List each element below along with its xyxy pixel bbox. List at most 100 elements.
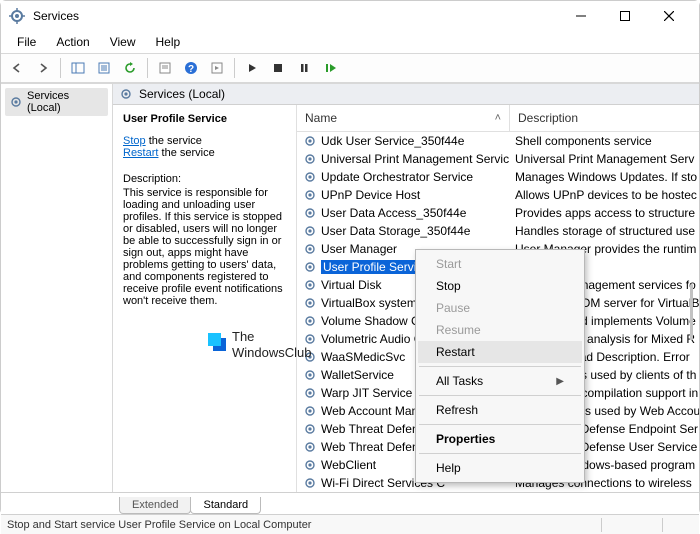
ctx-stop[interactable]: Stop [418,275,582,297]
restart-service-button[interactable] [318,57,342,79]
column-header-description[interactable]: Description [509,105,699,131]
service-description-pane: User Profile Service Stop the service Re… [113,105,297,492]
ctx-separator [419,395,581,396]
service-name: Udk User Service_350f44e [321,134,464,148]
ctx-help[interactable]: Help [418,457,582,479]
show-hide-action-button[interactable] [205,57,229,79]
restart-link[interactable]: Restart [123,147,158,159]
view-tabs: Extended Standard [1,492,699,514]
gear-icon [303,278,317,292]
menu-file[interactable]: File [7,33,46,51]
service-name: Universal Print Management Service [321,152,509,166]
tree-item-services-local[interactable]: Services (Local) [5,88,108,116]
service-desc: Manages Windows Updates. If sto [509,170,699,184]
gear-icon [9,95,23,109]
ctx-refresh[interactable]: Refresh [418,399,582,421]
gear-icon [303,170,317,184]
gear-icon [303,224,317,238]
service-desc: Shell components service [509,134,699,148]
ctx-separator [419,453,581,454]
app-icon [9,8,25,24]
action-line-stop: Stop the service [123,135,286,147]
gear-icon [303,440,317,454]
sort-indicator-icon: ˄ [495,112,501,124]
gear-icon [303,350,317,364]
gear-icon [303,368,317,382]
service-row[interactable]: User Data Storage_350f44eHandles storage… [297,222,699,240]
close-button[interactable] [647,1,691,31]
service-row[interactable]: Update Orchestrator ServiceManages Windo… [297,168,699,186]
gear-icon [303,188,317,202]
show-hide-tree-button[interactable] [66,57,90,79]
status-text: Stop and Start service User Profile Serv… [7,519,571,531]
minimize-button[interactable] [559,1,603,31]
pause-service-button[interactable] [292,57,316,79]
gear-icon [303,260,317,274]
gear-icon [303,458,317,472]
titlebar: Services [1,1,699,31]
ctx-start[interactable]: Start [418,253,582,275]
service-row[interactable]: Universal Print Management ServiceUniver… [297,150,699,168]
action-line-restart: Restart the service [123,147,286,159]
service-desc: Allows UPnP devices to be hostec [509,188,699,202]
svg-text:?: ? [188,64,194,75]
column-header-name[interactable]: Name ˄ [297,105,509,131]
gear-icon [303,422,317,436]
gear-icon [303,152,317,166]
context-menu: Start Stop Pause Resume Restart All Task… [415,249,585,483]
toolbar: ? [1,53,699,83]
service-name: UPnP Device Host [321,188,420,202]
help-button[interactable]: ? [179,57,203,79]
scrollbar-thumb[interactable] [690,132,693,492]
window-title: Services [33,9,559,23]
stop-service-button[interactable] [266,57,290,79]
service-desc: Universal Print Management Serv [509,152,699,166]
service-name: User Data Access_350f44e [321,206,466,220]
list-header: Name ˄ Description [297,105,699,132]
tab-standard[interactable]: Standard [190,497,261,514]
back-button[interactable] [5,57,29,79]
service-row[interactable]: User Data Access_350f44eProvides apps ac… [297,204,699,222]
export-list-button[interactable] [92,57,116,79]
status-bar: Stop and Start service User Profile Serv… [1,514,699,534]
tab-extended[interactable]: Extended [119,497,191,514]
menu-view[interactable]: View [100,33,146,51]
menu-action[interactable]: Action [46,33,99,51]
menu-help[interactable]: Help [146,33,191,51]
tree-item-label: Services (Local) [27,90,104,114]
service-desc: Handles storage of structured use [509,224,699,238]
ctx-restart[interactable]: Restart [418,341,582,363]
service-name: WaaSMedicSvc [321,350,405,364]
gear-icon [303,242,317,256]
details-header-label: Services (Local) [139,87,225,101]
ctx-pause[interactable]: Pause [418,297,582,319]
details-header: Services (Local) [113,84,699,105]
service-row[interactable]: Udk User Service_350f44e Shell components… [297,132,699,150]
refresh-button[interactable] [118,57,142,79]
service-row[interactable]: UPnP Device Host Allows UPnP devices to b… [297,186,699,204]
submenu-arrow-icon: ▶ [556,376,564,387]
service-name: Virtual Disk [321,278,381,292]
menubar: File Action View Help [1,31,699,53]
service-name: WalletService [321,368,394,382]
selected-service-title: User Profile Service [123,113,286,125]
service-name: Warp JIT Service [321,386,412,400]
start-service-button[interactable] [240,57,264,79]
stop-link[interactable]: Stop [123,135,146,147]
properties-button[interactable] [153,57,177,79]
gear-icon [303,134,317,148]
maximize-button[interactable] [603,1,647,31]
gear-icon [303,332,317,346]
ctx-resume[interactable]: Resume [418,319,582,341]
service-name: WebClient [321,458,376,472]
gear-icon [119,87,133,101]
ctx-separator [419,424,581,425]
ctx-all-tasks[interactable]: All Tasks▶ [418,370,582,392]
gear-icon [303,206,317,220]
ctx-properties[interactable]: Properties [418,428,582,450]
description-label: Description: [123,173,286,185]
gear-icon [303,296,317,310]
service-name: Volumetric Audio Co [321,332,429,346]
gear-icon [303,476,317,490]
forward-button[interactable] [31,57,55,79]
